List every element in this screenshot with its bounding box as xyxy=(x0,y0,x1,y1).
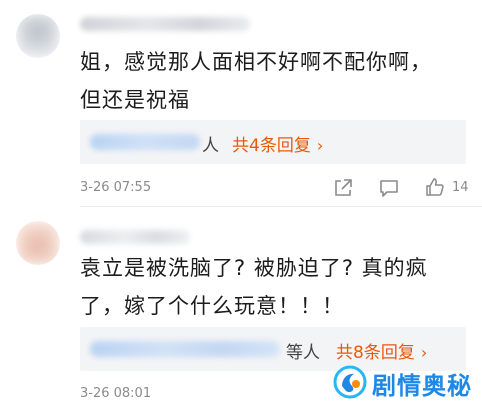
view-replies-label: 共4条回复 xyxy=(232,136,311,156)
like-count: 14 xyxy=(452,180,469,195)
reply-names-blurred xyxy=(90,341,280,357)
avatar[interactable] xyxy=(16,14,60,58)
comment-item: 姐，感觉那人面相不好啊不配你啊， 但还是祝福 人 共4条回复 › 3-26 07:… xyxy=(0,0,482,205)
comment-timestamp: 3-26 07:55 xyxy=(80,180,152,195)
comment-timestamp: 3-26 08:01 xyxy=(80,386,152,401)
reply-names-suffix: 人 xyxy=(202,136,219,156)
reply-names-blurred xyxy=(90,134,200,150)
chevron-right-icon: › xyxy=(316,136,324,155)
comment-icon[interactable] xyxy=(378,177,400,199)
comment-text: 袁立是被洗脑了? 被胁迫了? 真的疯 了，嫁了个什么玩意！！！ xyxy=(80,256,428,318)
share-icon[interactable] xyxy=(332,177,354,199)
view-replies-link[interactable]: 共4条回复 › xyxy=(232,131,323,156)
watermark-logo-icon xyxy=(333,365,367,399)
watermark: 剧情奥秘 xyxy=(328,360,478,404)
username-blurred[interactable] xyxy=(80,17,250,31)
reply-names-suffix: 等人 xyxy=(286,343,320,363)
reply-preview-box[interactable]: 人 共4条回复 › xyxy=(80,120,466,164)
like-icon[interactable] xyxy=(424,176,446,198)
watermark-text: 剧情奥秘 xyxy=(372,372,472,400)
username-blurred[interactable] xyxy=(80,230,190,244)
avatar[interactable] xyxy=(16,221,60,265)
comment-text: 姐，感觉那人面相不好啊不配你啊， 但还是祝福 xyxy=(80,50,432,112)
